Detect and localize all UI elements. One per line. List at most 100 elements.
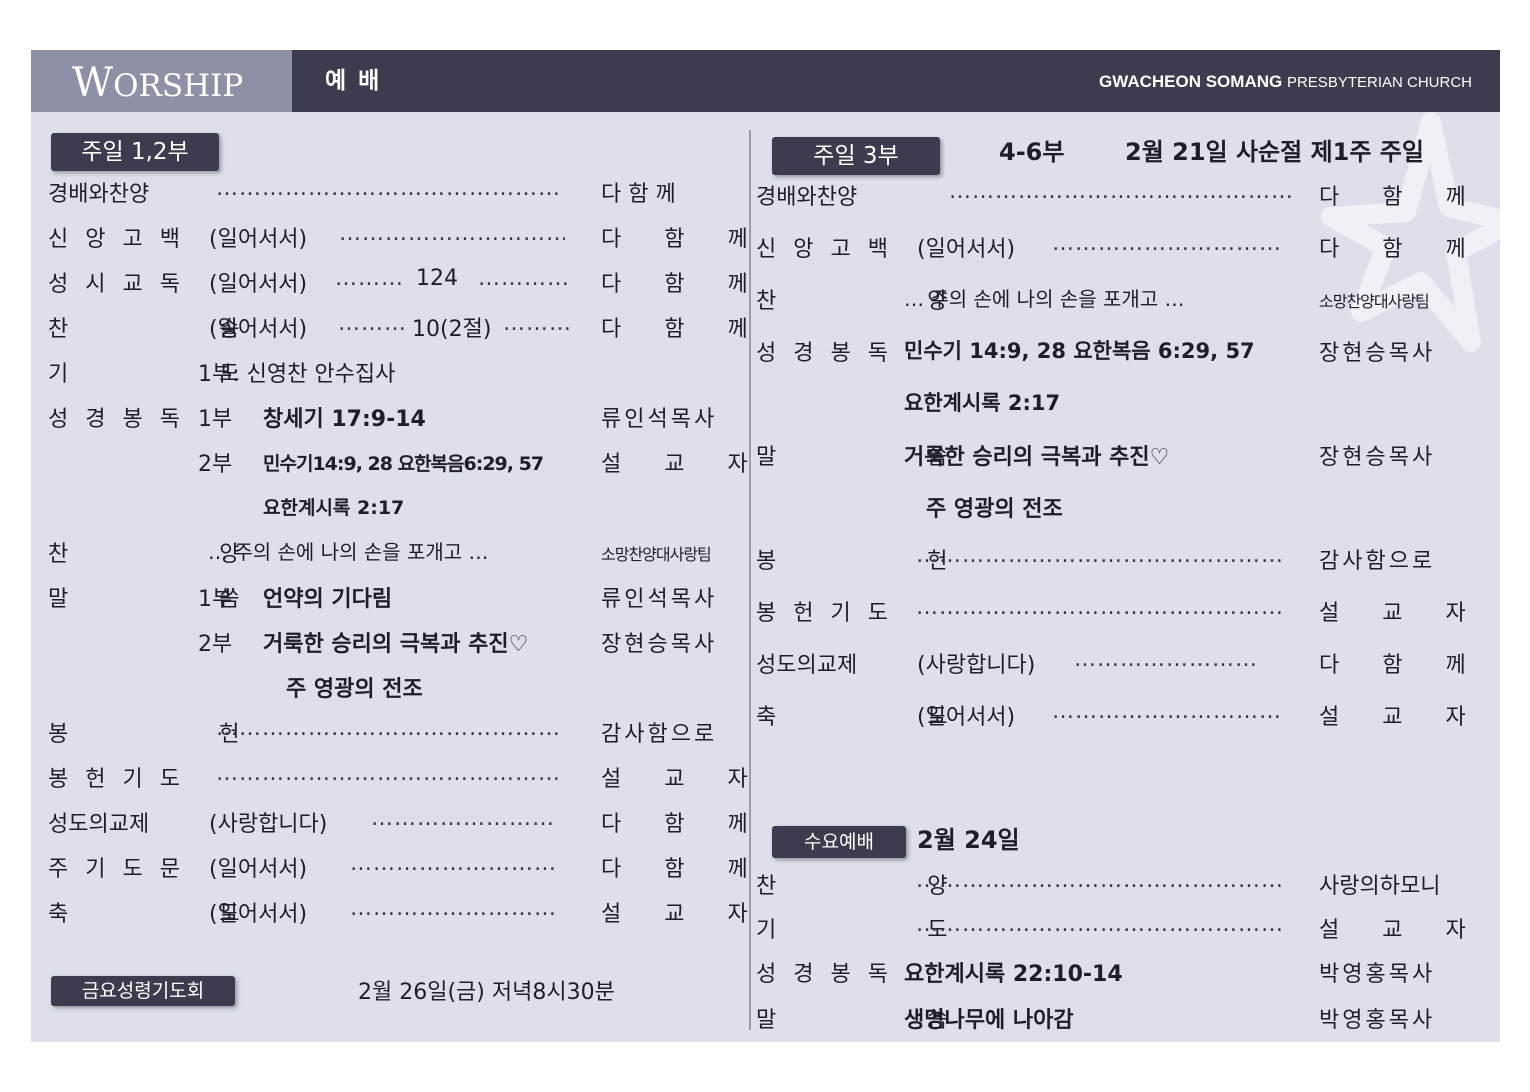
sunday-4-6-label: 4-6부 (999, 138, 1065, 166)
wordmark-initial: W (72, 60, 114, 106)
who-text: 장현승목사 (601, 632, 718, 657)
item-note: (사랑합니다) (917, 653, 1036, 678)
who-text: 다 함 께 (601, 317, 766, 342)
item-label: 봉 헌 기 도 (48, 767, 185, 792)
scripture-text: 요한계시록 22:10-14 (904, 962, 1123, 987)
who-text: 박영홍목사 (1319, 962, 1436, 987)
item-label: 경배와찬양 (48, 182, 150, 207)
service-part: 2부 (198, 632, 233, 657)
who-text: 다 함 께 (601, 272, 766, 297)
who-text: 설 교 자 (601, 767, 766, 792)
leader-dots: …………………………………………… (916, 912, 1282, 937)
item-label: 성 경 봉 독 (756, 341, 893, 366)
choir-name: 소망찬양대사랑팀 (1319, 292, 1430, 311)
item-note: (일어서서) (209, 272, 308, 297)
item-label: 성도의교제 (756, 653, 858, 678)
scripture-text: 창세기 17:9-14 (263, 407, 426, 432)
prayer-leader: 1부: 신영찬 안수집사 (198, 362, 396, 387)
who-text: 다 함 께 (1319, 185, 1484, 210)
leader-dots: ………………………………………… (216, 716, 558, 741)
leader-dots: ………………………… (350, 851, 555, 876)
leader-dots: ………………………………………… (949, 179, 1292, 204)
leader-dots: ……… (503, 311, 572, 336)
item-responsible: 다 함 께 (601, 176, 731, 208)
item-label: 신 앙 고 백 (48, 227, 185, 252)
who-text: 감사함으로 (601, 722, 718, 747)
korean-title: 예 배 (325, 68, 382, 94)
leader-dots: ………………………… (1052, 699, 1282, 724)
service-part: 2부 (198, 452, 233, 477)
who-text: 감사함으로 (1319, 549, 1436, 574)
column-divider (749, 130, 751, 1030)
who-text: 박영홍목사 (1319, 1008, 1436, 1033)
wednesday-date: 2월 24일 (917, 826, 1020, 854)
choir-name: 소망찬양대사랑팀 (601, 545, 712, 564)
leader-dots: …………………………………………… (916, 868, 1282, 893)
sermon-title: 거룩한 승리의 극복과 추진♡ (904, 445, 1170, 470)
leader-dots: …………………… (371, 806, 555, 831)
item-label: 경배와찬양 (756, 185, 858, 210)
sermon-title: 언약의 기다림 (263, 587, 393, 612)
friday-prayer-badge: 금요성령기도회 (51, 976, 235, 1006)
item-label: 신 앙 고 백 (756, 237, 893, 262)
item-note: (일어서서) (917, 237, 1016, 262)
item-note: (일어서서) (209, 902, 308, 927)
leader-dots: ………………………… (1052, 231, 1282, 256)
worship-wordmark: WORSHIP (31, 50, 292, 112)
reading-number: 124 (416, 266, 458, 291)
who-text: 사랑의하모니 (1319, 874, 1441, 899)
item-note: (사랑합니다) (209, 812, 328, 837)
scripture-text: 민수기14:9, 28 요한복음6:29, 57 (263, 453, 544, 475)
wednesday-badge: 수요예배 (772, 826, 906, 858)
sunday-12-badge: 주일 1,2부 (51, 133, 219, 171)
who-text: 류인석목사 (601, 587, 718, 612)
who-text: 설 교 자 (1319, 601, 1484, 626)
sunday-3-badge: 주일 3부 (772, 137, 940, 175)
leader-dots: …………………………………………… (916, 595, 1282, 620)
who-text: 설 교 자 (601, 452, 766, 477)
scripture-text: 요한계시록 2:17 (904, 391, 1061, 415)
item-note: (일어서서) (209, 857, 308, 882)
item-label: 성 시 교 독 (48, 272, 185, 297)
item-note: (일어서서) (209, 317, 308, 342)
church-name-light: PRESBYTERIAN CHURCH (1286, 74, 1472, 91)
bulletin-panel: 주일 1,2부 경배와찬양 ………………………………………… 다 함 께 신 앙… (31, 112, 1500, 1042)
hymn-number: 10(2절) (412, 317, 492, 342)
who-text: 장현승목사 (1319, 445, 1436, 470)
wordmark-rest: ORSHIP (113, 68, 244, 104)
church-name-bold: GWACHEON SOMANG (1099, 72, 1283, 91)
who-text: 다 함 께 (601, 182, 676, 207)
item-note: (일어서서) (209, 227, 308, 252)
sermon-title: 생명나무에 나아감 (904, 1008, 1074, 1033)
item-label: 성도의교제 (48, 812, 150, 837)
item-note: (일어서서) (917, 705, 1016, 730)
who-text: 다 함 께 (601, 227, 766, 252)
sermon-subtitle: 주 영광의 전조 (926, 497, 1063, 522)
leader-dots: …………………… (1074, 647, 1258, 672)
leader-dots: ……… (338, 311, 407, 336)
who-text: 설 교 자 (1319, 705, 1484, 730)
sunday-date: 2월 21일 사순절 제1주 주일 (1125, 138, 1424, 166)
sermon-subtitle: 주 영광의 전조 (286, 677, 423, 702)
who-text: 다 함 께 (1319, 237, 1484, 262)
item-label: 성 경 봉 독 (756, 962, 893, 987)
sermon-title: 거룩한 승리의 극복과 추진♡ (263, 632, 529, 657)
item-label: 봉 헌 기 도 (756, 601, 893, 626)
church-name: GWACHEON SOMANG PRESBYTERIAN CHURCH (1099, 50, 1472, 112)
scripture-text: 요한계시록 2:17 (263, 497, 405, 519)
who-text: 류인석목사 (601, 407, 718, 432)
leader-dots: ………… (478, 266, 570, 291)
who-text: 다 함 께 (1319, 653, 1484, 678)
who-text: 설 교 자 (1319, 918, 1484, 943)
service-part: 1부 (198, 407, 233, 432)
anthem-title: … 주의 손에 나의 손을 포개고 … (904, 287, 1185, 311)
leader-dots: …………………………………………… (916, 543, 1282, 568)
who-text: 다 함 께 (601, 857, 766, 882)
friday-prayer-time: 2월 26일(금) 저녁8시30분 (358, 980, 615, 1005)
service-part: 1부 (198, 587, 233, 612)
item-label: 성 경 봉 독 (48, 407, 185, 432)
header-bar: WORSHIP 예 배 GWACHEON SOMANG PRESBYTERIAN… (31, 50, 1500, 112)
anthem-title: … 주의 손에 나의 손을 포개고 … (208, 540, 489, 564)
leader-dots: ………………………………………… (216, 176, 558, 201)
who-text: 설 교 자 (601, 902, 766, 927)
